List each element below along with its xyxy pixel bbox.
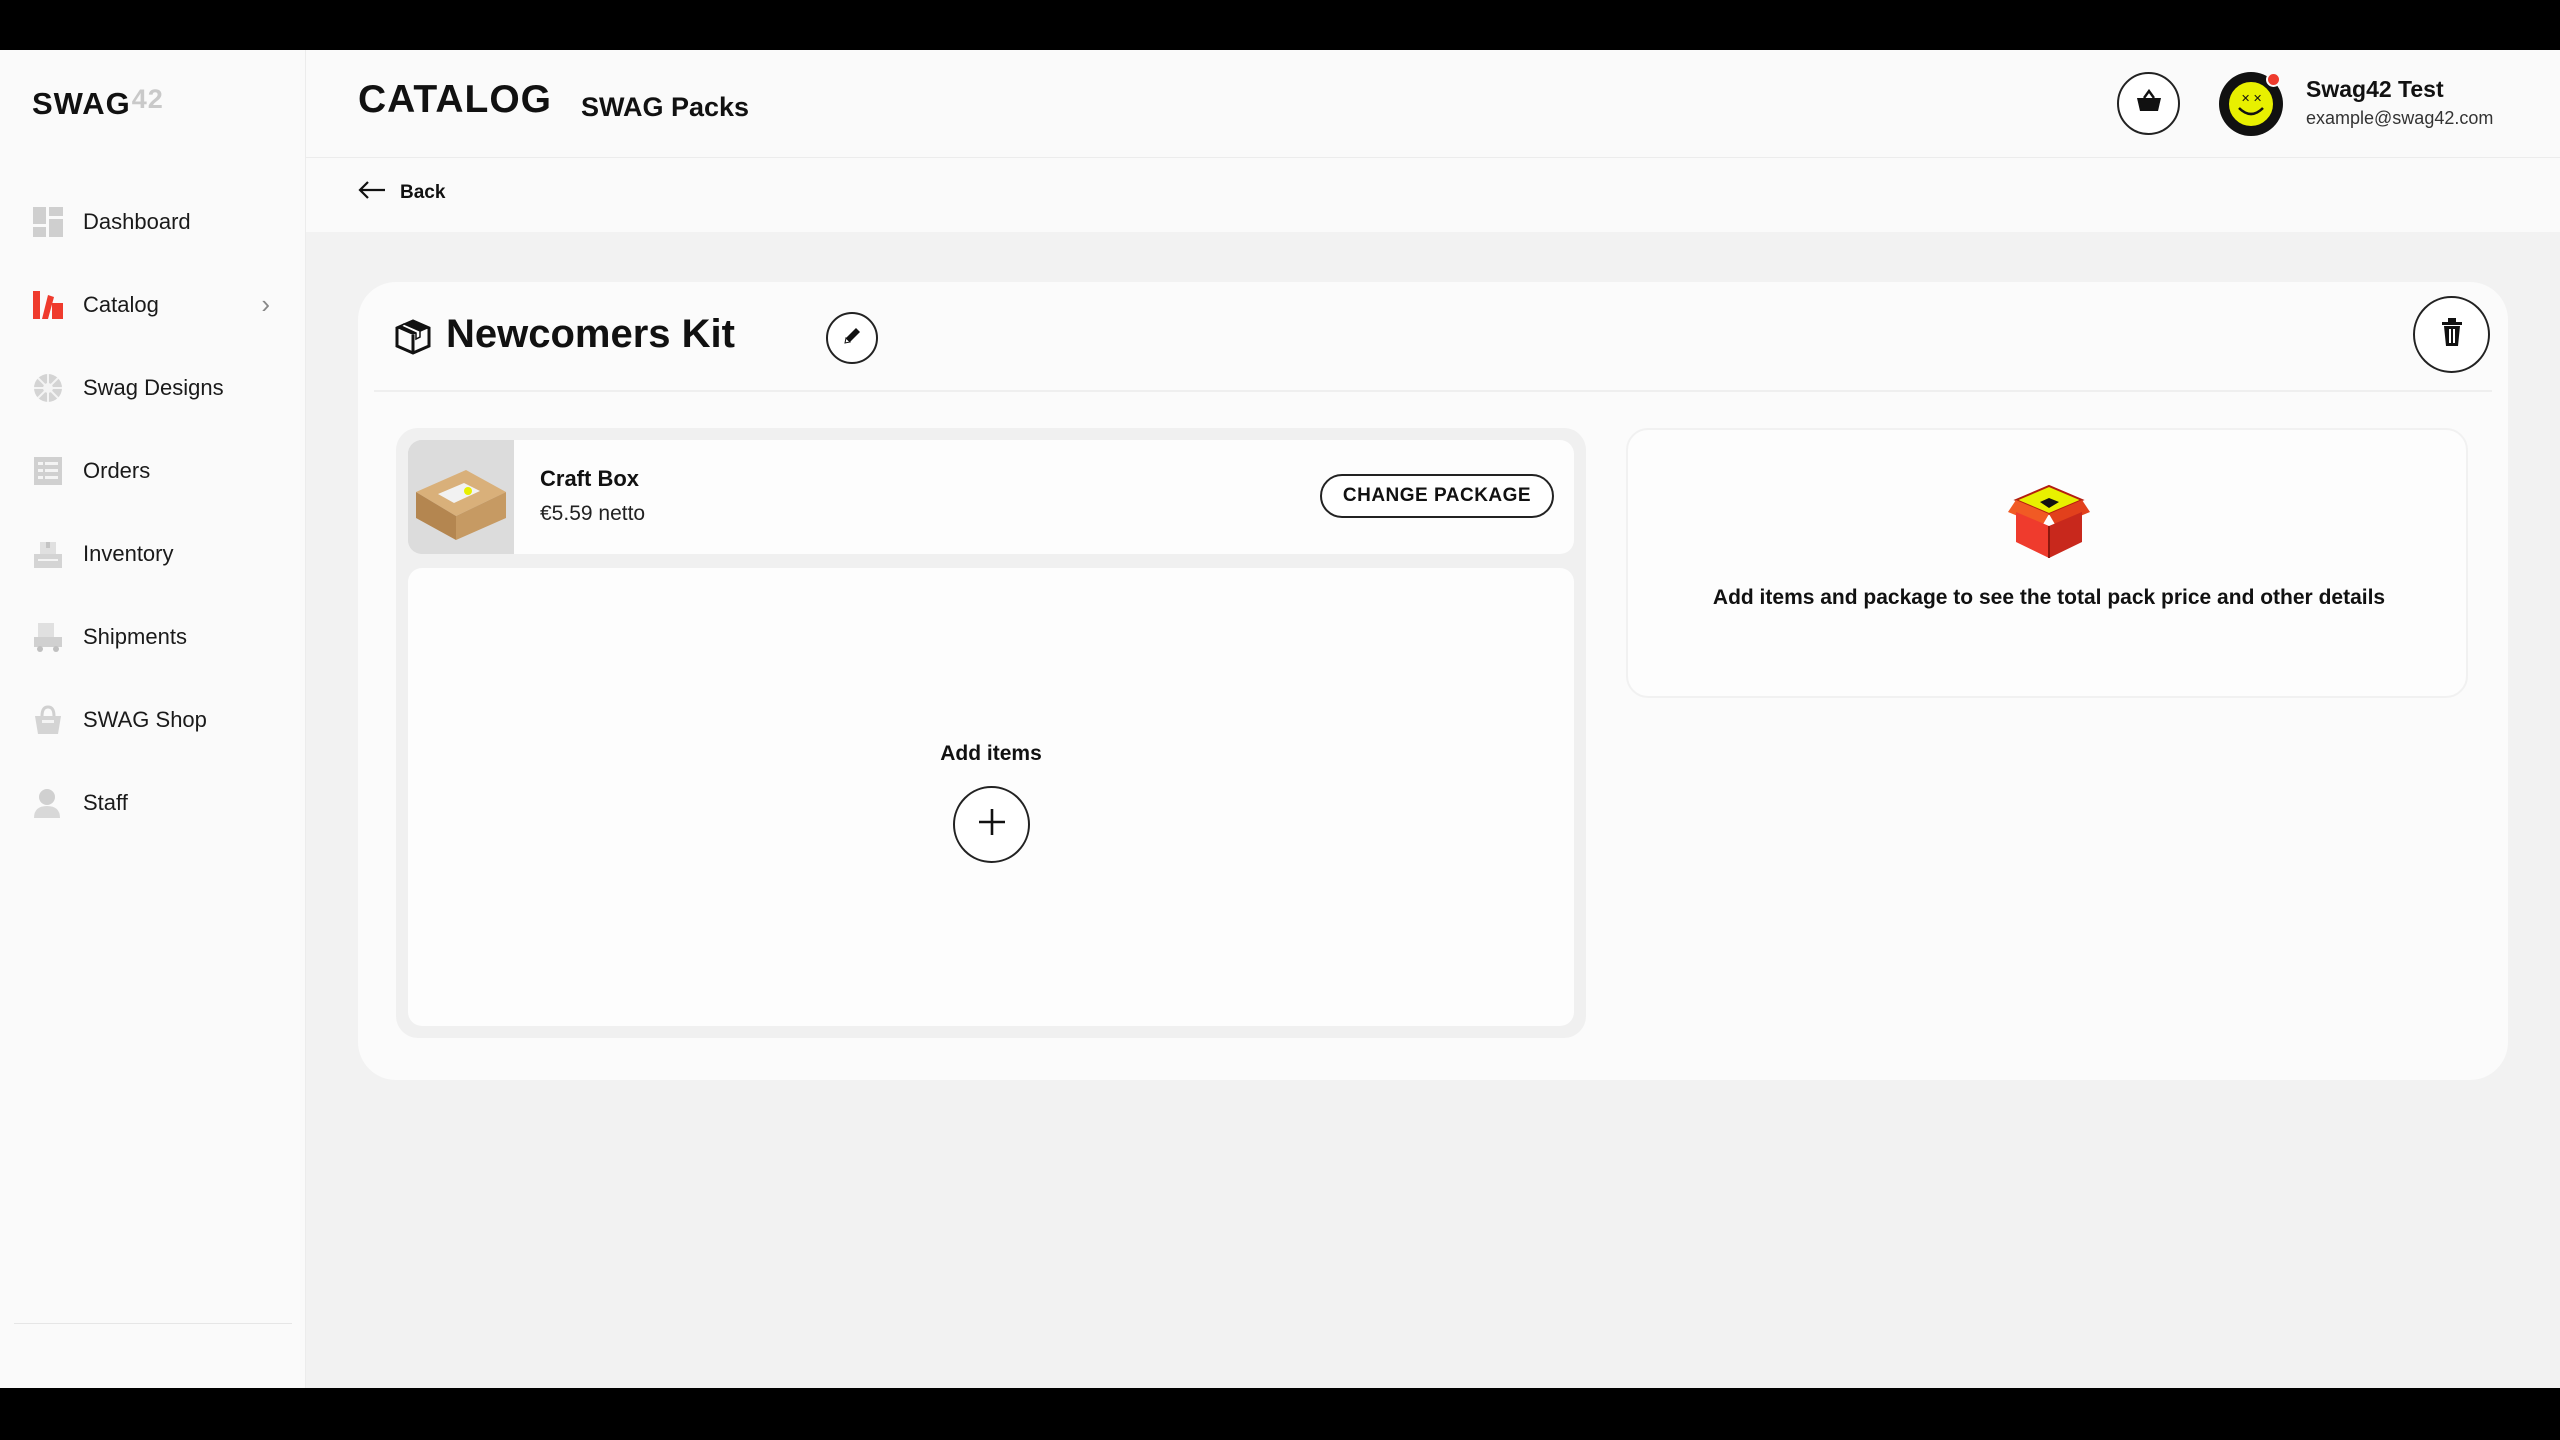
- logo-sup: 42: [131, 84, 164, 114]
- basket-icon: [2136, 88, 2162, 118]
- page-title: CATALOG: [358, 78, 553, 121]
- sidebar: SWAG42 Dashboard Catalog › Swag Designs …: [0, 50, 306, 1388]
- sidebar-item-orders[interactable]: Orders: [0, 429, 306, 512]
- pack-header: Newcomers Kit: [374, 282, 2492, 392]
- plus-icon: [977, 807, 1007, 842]
- package-name: Craft Box: [540, 466, 640, 491]
- arrow-left-icon: [358, 180, 386, 205]
- edit-title-button[interactable]: [826, 312, 878, 364]
- back-link[interactable]: Back: [358, 180, 445, 205]
- user-name[interactable]: Swag42 Test: [2306, 76, 2444, 103]
- items-area: Add items: [408, 568, 1574, 1026]
- sidebar-item-label: Catalog: [83, 291, 159, 317]
- notification-dot: [2266, 72, 2281, 87]
- swag-designs-icon: [32, 372, 64, 404]
- letterbox-bottom: [0, 1388, 2560, 1440]
- pencil-icon: [841, 325, 863, 352]
- sidebar-divider: [14, 1323, 292, 1324]
- sidebar-item-label: SWAG Shop: [83, 706, 207, 732]
- pack-contents-panel: Craft Box €5.59 netto CHANGE PACKAGE Add…: [396, 428, 1586, 1038]
- sidebar-item-shipments[interactable]: Shipments: [0, 595, 306, 678]
- package-thumbnail: [408, 440, 514, 554]
- shipments-icon: [32, 621, 64, 653]
- sidebar-nav: Dashboard Catalog › Swag Designs Orders: [0, 180, 306, 844]
- kit-title: Newcomers Kit: [446, 312, 735, 356]
- dashboard-icon: [32, 206, 64, 238]
- package-icon: [394, 318, 432, 361]
- chevron-right-icon: ›: [261, 289, 270, 319]
- open-box-icon: [2004, 478, 2094, 567]
- delete-pack-button[interactable]: [2413, 296, 2490, 373]
- sidebar-item-label: Swag Designs: [83, 374, 224, 400]
- add-items-button[interactable]: [953, 786, 1030, 863]
- pack-card: Newcomers Kit Craft Box €5.59 netto CHAN…: [358, 282, 2508, 1080]
- trash-icon: [2438, 316, 2466, 353]
- brand-logo[interactable]: SWAG42: [32, 84, 164, 122]
- shop-icon: [32, 704, 64, 736]
- app-window: SWAG42 Dashboard Catalog › Swag Designs …: [0, 50, 2560, 1388]
- orders-icon: [32, 455, 64, 487]
- inventory-icon: [32, 538, 64, 570]
- sidebar-item-inventory[interactable]: Inventory: [0, 512, 306, 595]
- sidebar-item-label: Inventory: [83, 540, 174, 566]
- summary-empty-text: Add items and package to see the total p…: [1712, 586, 2386, 609]
- sidebar-item-label: Dashboard: [83, 208, 191, 234]
- add-items-label: Add items: [940, 742, 1042, 765]
- back-bar: Back: [306, 158, 2560, 232]
- letterbox-top: [0, 0, 2560, 50]
- page-subtitle: SWAG Packs: [581, 92, 750, 122]
- staff-icon: [32, 787, 64, 819]
- sidebar-item-label: Shipments: [83, 623, 187, 649]
- back-label: Back: [400, 181, 446, 203]
- sidebar-item-catalog[interactable]: Catalog ›: [0, 263, 306, 346]
- svg-text:✕: ✕: [2241, 92, 2250, 105]
- sidebar-item-swag-shop[interactable]: SWAG Shop: [0, 678, 306, 761]
- svg-text:✕: ✕: [2253, 92, 2262, 105]
- package-row: Craft Box €5.59 netto CHANGE PACKAGE: [408, 440, 1574, 554]
- cart-button[interactable]: [2117, 72, 2180, 135]
- pack-summary-panel: Add items and package to see the total p…: [1626, 428, 2468, 698]
- top-header: CATALOG SWAG Packs ✕ ✕ Swag42 Test examp…: [306, 50, 2560, 158]
- user-email: example@swag42.com: [2306, 108, 2494, 128]
- sidebar-item-staff[interactable]: Staff: [0, 761, 306, 844]
- sidebar-item-swag-designs[interactable]: Swag Designs: [0, 346, 306, 429]
- sidebar-item-label: Orders: [83, 457, 151, 483]
- sidebar-item-dashboard[interactable]: Dashboard: [0, 180, 306, 263]
- sidebar-item-label: Staff: [83, 789, 128, 815]
- package-price: €5.59 netto: [540, 502, 646, 525]
- change-package-button[interactable]: CHANGE PACKAGE: [1320, 474, 1554, 518]
- logo-main: SWAG: [32, 86, 131, 121]
- catalog-icon: [32, 289, 64, 321]
